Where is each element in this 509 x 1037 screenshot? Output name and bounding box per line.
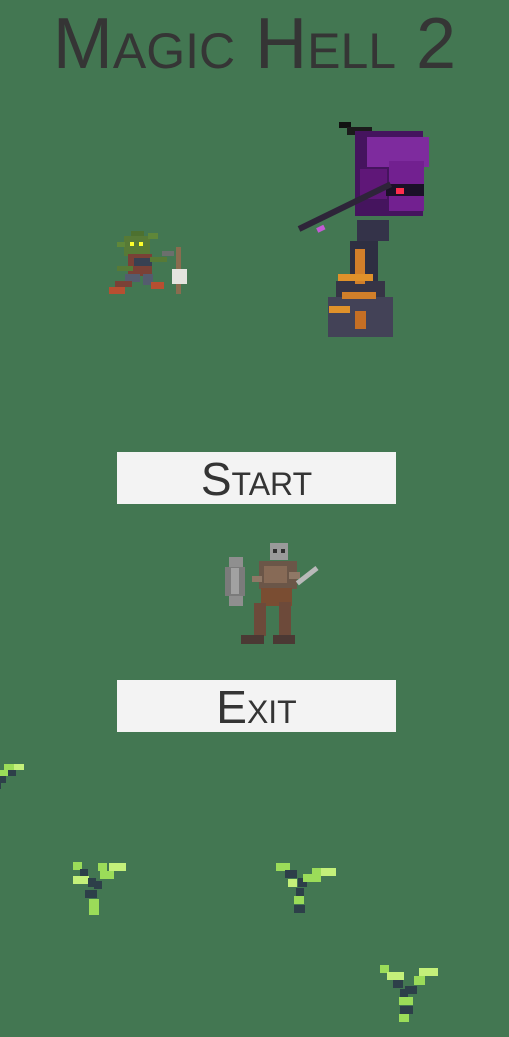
dark-mage-sprite [297, 122, 429, 337]
skeleton-warrior-sprite [225, 543, 319, 644]
grass-sprout [73, 862, 126, 915]
grass-sprout [276, 863, 336, 913]
grass-sprout [380, 965, 438, 1022]
start-button[interactable]: Start [117, 452, 396, 505]
goblin-sprite [109, 231, 187, 294]
grass-sprout [0, 764, 24, 789]
exit-button[interactable]: Exit [117, 680, 396, 733]
game-title: Magic Hell 2 [52, 4, 457, 84]
